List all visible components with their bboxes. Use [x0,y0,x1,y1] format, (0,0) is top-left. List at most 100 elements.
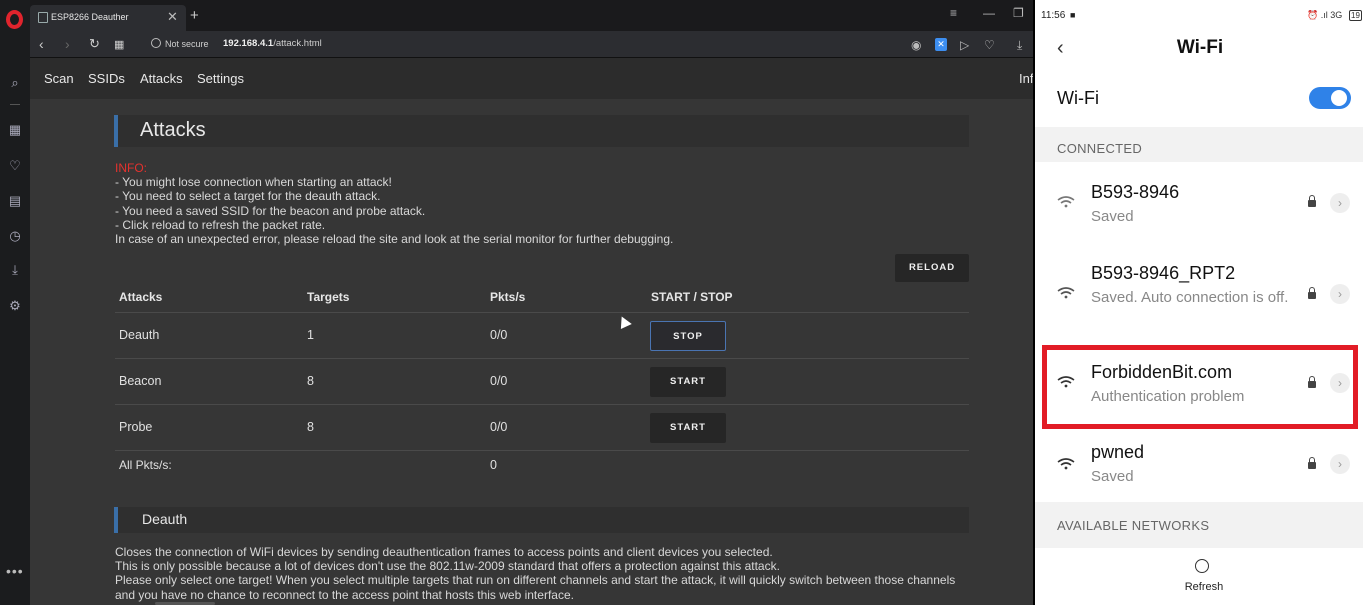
heart-icon[interactable]: ♡ [7,158,23,174]
nav-settings[interactable]: Settings [197,71,244,86]
phone-screen: 11:56 ■ ⏰ .ıl 3G 19 Wi-Fi ‹ Wi-Fi CONNEC… [1033,0,1363,605]
web-page: Scan SSIDs Attacks Settings Info Attacks… [30,58,1033,605]
wifi-toggle-row: Wi-Fi [1035,73,1363,127]
deauth-line: Closes the connection of WiFi devices by… [115,545,773,559]
page-title: Wi-Fi [1176,37,1224,58]
attack-pkts: 0/0 [490,420,508,434]
deauth-line: Please only select one target! When you … [115,573,956,602]
nav-attacks[interactable]: Attacks [140,71,183,86]
tab-strip: ESP8266 Deauther ✕ + ≡ — ❐ [30,0,1033,31]
attacks-title: Attacks [140,119,206,141]
refresh-button[interactable]: Refresh [1035,581,1363,593]
wifi-toggle[interactable] [1309,87,1351,109]
screen: ⌕ ▦ ♡ ▤ ◷ ⤓ ⚙ ••• ESP8266 Deauther ✕ + ≡… [0,0,1363,605]
network-item[interactable]: B593-8946 Saved › [1035,162,1363,242]
back-icon[interactable]: ‹ [39,36,44,52]
status-time: 11:56 [1041,10,1066,21]
refresh-icon[interactable] [1195,559,1209,573]
restore-icon[interactable]: ❐ [1013,6,1024,20]
network-name: B593-8946_RPT2 [1091,263,1236,283]
download-icon[interactable]: ⤓ [7,262,23,278]
back-arrow-icon[interactable]: ‹ [1057,37,1064,60]
forward-icon[interactable]: › [65,36,70,52]
table-row: Deauth 1 0/0 STOP [115,312,969,358]
url-host: 192.168.4.1 [223,38,274,49]
info-line: In case of an unexpected error, please r… [115,232,674,247]
wifi-signal-icon [1057,196,1075,208]
reload-button[interactable]: RELOAD [895,254,969,282]
table-header-pkts: Pkts/s [490,290,526,304]
highlight-box [1042,345,1358,429]
network-item[interactable]: pwned Saved › [1035,426,1363,502]
search-icon[interactable]: ⌕ [7,75,23,91]
app-bar: Wi-Fi ‹ [1035,33,1363,73]
send-icon[interactable]: ▷ [960,38,969,52]
news-icon[interactable]: ▤ [7,193,23,209]
attack-pkts: 0/0 [490,374,508,388]
chevron-right-icon[interactable]: › [1330,284,1350,304]
site-nav: Scan SSIDs Attacks Settings Info [30,58,1033,99]
wifi-signal-icon [1057,287,1075,299]
network-item[interactable]: B593-8946_RPT2 Saved. Auto connection is… [1035,242,1363,340]
table-header-attacks: Attacks [119,290,163,304]
download-icon[interactable]: ⤓ [1017,38,1022,53]
more-icon[interactable]: ••• [6,563,24,579]
tab-menu-icon[interactable]: ≡ [950,6,957,20]
wifi-signal-icon [1057,458,1075,470]
speed-dial-icon[interactable]: ▦ [7,122,23,138]
attack-name: Beacon [119,374,162,388]
settings-gear-icon[interactable]: ⚙ [7,298,23,314]
chevron-right-icon[interactable]: › [1330,193,1350,213]
deauth-line: This is only possible because a lot of d… [115,559,780,574]
probe-start-button[interactable]: START [650,413,726,443]
network-list: B593-8946 Saved › B593-8946_RPT2 Saved. … [1035,162,1363,502]
nav-info[interactable]: Info [1019,71,1033,86]
security-indicator[interactable]: Not secure [151,38,209,49]
snapshot-icon[interactable]: ◉ [911,38,921,52]
bookmark-heart-icon[interactable]: ♡ [984,38,995,52]
address-bar: ‹ › ↻ ▦ Not secure 192.168.4.1/attack.ht… [30,31,1033,58]
url-path: /attack.html [273,38,322,49]
table-row: Probe 8 0/0 START [115,404,969,450]
table-header-targets: Targets [307,290,350,304]
total-label: All Pkts/s: [119,458,172,472]
sidebar-divider [10,104,20,105]
reload-icon[interactable]: ↻ [89,36,100,52]
browser-tab[interactable]: ESP8266 Deauther ✕ [30,5,186,31]
info-line: - You need to select a target for the de… [115,189,381,204]
available-label: AVAILABLE NETWORKS [1057,518,1210,533]
info-label: INFO: [115,161,147,175]
history-icon[interactable]: ◷ [7,228,23,244]
new-tab-icon[interactable]: + [190,7,199,24]
info-line: - Click reload to refresh the packet rat… [115,217,326,232]
attack-pkts: 0/0 [490,328,508,342]
tabs-grid-icon[interactable]: ▦ [114,38,124,51]
beacon-start-button[interactable]: START [650,367,726,397]
wifi-label: Wi-Fi [1057,88,1099,108]
network-status: Saved. Auto connection is off. [1091,289,1289,306]
tab-title: ESP8266 Deauther [51,12,129,22]
attack-targets: 1 [307,328,314,342]
network-status: Saved [1091,208,1134,225]
url-field[interactable]: 192.168.4.1/attack.html [223,38,322,49]
nav-ssids[interactable]: SSIDs [88,71,125,86]
info-line: - You might lose connection when startin… [115,175,392,190]
close-tab-icon[interactable]: ✕ [167,9,178,25]
info-line: - You need a saved SSID for the beacon a… [115,203,426,218]
opera-logo-icon[interactable] [6,10,23,29]
network-status: Saved [1091,468,1134,485]
bottom-bar: Refresh [1035,548,1363,605]
chevron-right-icon[interactable]: › [1330,454,1350,474]
minimize-icon[interactable]: — [983,6,995,20]
nav-scan[interactable]: Scan [44,71,74,86]
toggle-knob [1331,90,1347,106]
attack-targets: 8 [307,420,314,434]
info-block: INFO: - You might lose connection when s… [115,161,673,246]
attack-name: Probe [119,420,153,434]
security-label: Not secure [165,39,209,49]
deauth-title: Deauth [142,511,188,527]
adblock-shield-icon[interactable]: ✕ [935,38,947,51]
deauth-stop-button[interactable]: STOP [650,321,726,351]
browser-sidebar: ⌕ ▦ ♡ ▤ ◷ ⤓ ⚙ ••• [0,0,30,605]
battery-icon: 19 [1349,10,1362,21]
